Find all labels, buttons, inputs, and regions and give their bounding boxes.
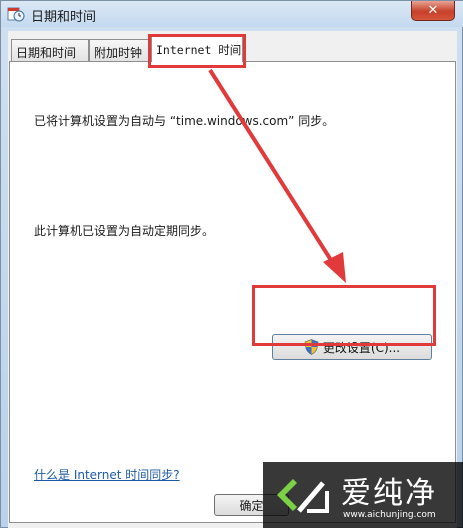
- window-title: 日期和时间: [31, 10, 97, 25]
- close-button[interactable]: ✕: [411, 1, 455, 21]
- tab-highlight-box: [148, 34, 246, 68]
- tab-date-time[interactable]: 日期和时间: [11, 39, 89, 61]
- title-bar[interactable]: 日期和时间 ✕: [1, 1, 463, 27]
- sync-status-text: 已将计算机设置为自动与 “time.windows.com” 同步。: [34, 114, 335, 128]
- tab-additional-clocks[interactable]: 附加时钟: [89, 39, 151, 61]
- watermark: 爱纯净 www.aichunjing.com: [263, 462, 463, 528]
- button-highlight-box: [252, 285, 436, 346]
- watermark-brand: 爱纯净: [341, 476, 437, 511]
- watermark-url: www.aichunjing.com: [343, 510, 436, 520]
- clock-calendar-icon: [7, 7, 25, 22]
- aichunjing-logo-icon: [277, 479, 329, 513]
- dialog-client-area: 日期和时间 附加时钟 Internet 时间 已将计算机设置为自动与 “time…: [8, 31, 457, 528]
- date-time-window: 日期和时间 ✕ 日期和时间 附加时钟 Internet 时间 已将计算机设置为自…: [0, 0, 463, 528]
- schedule-status-text: 此计算机已设置为自动定期同步。: [34, 224, 215, 238]
- internet-time-help-link[interactable]: 什么是 Internet 时间同步?: [34, 466, 180, 483]
